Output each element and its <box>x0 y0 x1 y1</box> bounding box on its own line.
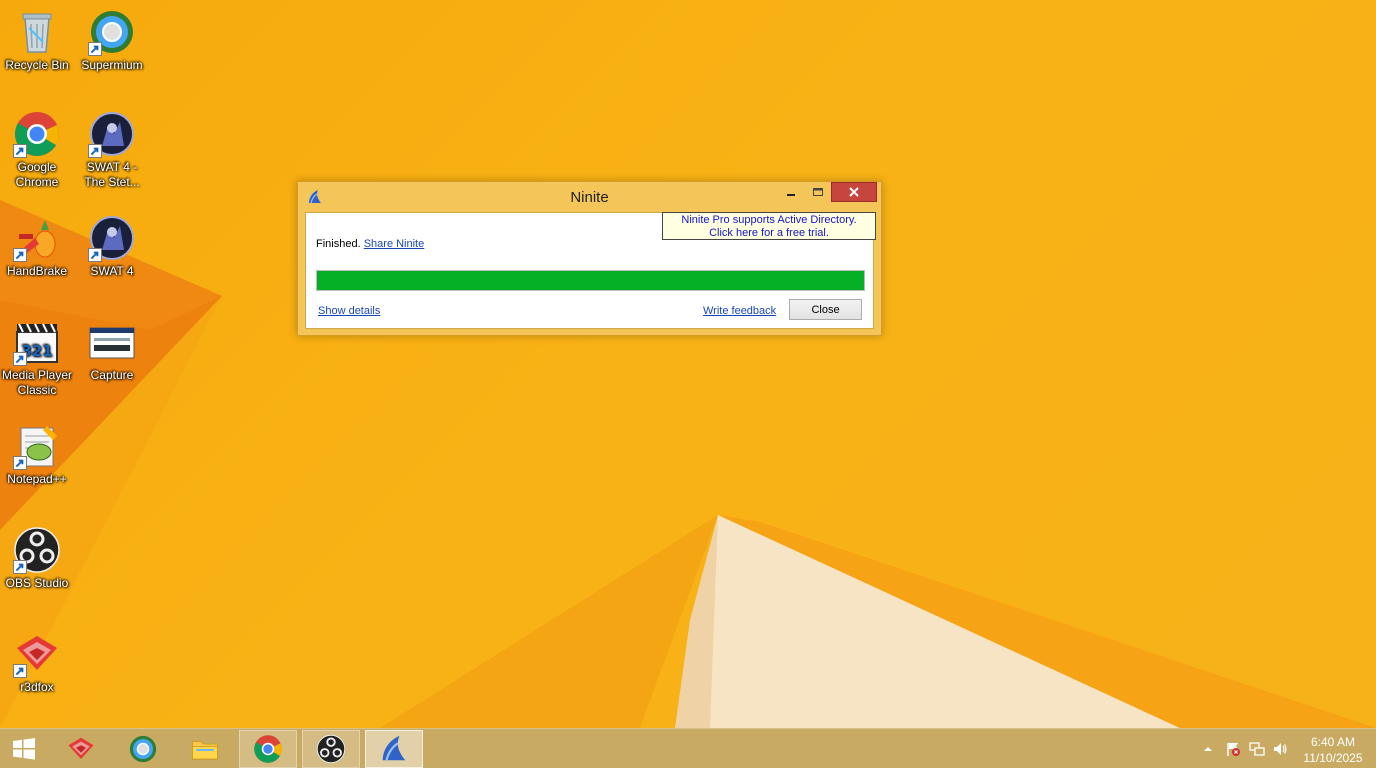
desktop-icon-label: HandBrake <box>6 264 68 278</box>
shortcut-arrow-icon <box>88 42 102 56</box>
network-button[interactable] <box>1249 741 1265 757</box>
ninite-window: Ninite Ninite Pro supports Active Direct… <box>297 181 882 336</box>
action-center-button[interactable] <box>1225 741 1241 757</box>
obs-studio-icon <box>316 734 346 764</box>
file-explorer-icon <box>192 741 218 760</box>
desktop: Recycle Bin Supermium Google Chrome SWAT… <box>0 0 1376 728</box>
desktop-icon-r3dfox[interactable]: r3dfox <box>0 630 74 695</box>
show-details-link[interactable]: Show details <box>318 305 380 317</box>
minimize-button[interactable] <box>778 182 804 202</box>
status-line: Finished. Share Ninite <box>316 238 424 250</box>
status-text: Finished. <box>316 238 361 250</box>
ninite-icon <box>382 735 406 761</box>
wallpaper-background <box>0 200 1376 728</box>
shortcut-arrow-icon <box>88 144 102 158</box>
supermium-icon <box>88 8 136 56</box>
r3dfox-icon <box>13 630 61 678</box>
start-button[interactable] <box>0 730 48 768</box>
obs-studio-icon <box>13 526 61 574</box>
desktop-icon-label: Notepad++ <box>7 472 67 486</box>
taskbar-item-ninite[interactable] <box>365 730 423 768</box>
minimize-icon <box>787 194 795 196</box>
share-ninite-link[interactable]: Share Ninite <box>364 238 425 250</box>
desktop-icon-label: Media Player Classic <box>1 368 73 397</box>
r3dfox-icon <box>68 737 94 759</box>
notepad-plus-plus-icon <box>13 422 61 470</box>
close-button[interactable]: Close <box>789 299 862 320</box>
taskbar-item-obs-studio[interactable] <box>302 730 360 768</box>
show-hidden-icons-arrow <box>1204 747 1212 751</box>
desktop-icon-google-chrome[interactable]: Google Chrome <box>0 110 74 190</box>
write-feedback-link[interactable]: Write feedback <box>703 305 776 317</box>
media-player-classic-icon: 321 <box>13 318 61 366</box>
active-directory-promo-banner[interactable]: Ninite Pro supports Active Directory. Cl… <box>662 212 876 240</box>
network-icon <box>1249 742 1265 756</box>
promo-line-2: Click here for a free trial. <box>709 227 829 239</box>
desktop-icon-recycle-bin[interactable]: Recycle Bin <box>0 8 74 73</box>
progress-bar <box>316 270 865 291</box>
maximize-button[interactable] <box>805 182 831 202</box>
window-content: Ninite Pro supports Active Directory. Cl… <box>305 212 876 329</box>
desktop-icon-label: Google Chrome <box>15 160 59 189</box>
desktop-icon-label: Supermium <box>81 58 143 72</box>
chrome-icon <box>13 110 61 158</box>
clock-date: 11/10/2025 <box>1303 751 1363 765</box>
handbrake-icon <box>13 214 61 262</box>
close-icon <box>849 187 859 197</box>
shortcut-arrow-icon <box>13 560 27 574</box>
desktop-icon-label: Capture <box>90 368 134 382</box>
shortcut-arrow-icon <box>88 248 102 262</box>
shortcut-arrow-icon <box>13 456 27 470</box>
promo-line-1: Ninite Pro supports Active Directory. <box>681 214 857 226</box>
start-windows-icon <box>13 738 35 760</box>
desktop-icon-label: r3dfox <box>20 680 54 694</box>
show-hidden-icons-button[interactable] <box>1200 741 1216 757</box>
desktop-icon-label: Recycle Bin <box>5 58 69 72</box>
desktop-icon-handbrake[interactable]: HandBrake <box>0 214 74 279</box>
desktop-icon-label: SWAT 4 <box>90 264 134 278</box>
desktop-icon-notepad-plus-plus[interactable]: Notepad++ <box>0 422 74 487</box>
swat4-icon <box>88 214 136 262</box>
desktop-icon-label: SWAT 4 - The Stet... <box>84 160 140 189</box>
taskbar-item-supermium[interactable] <box>114 730 172 768</box>
taskbar-item-file-explorer[interactable] <box>176 730 234 768</box>
desktop-icon-capture[interactable]: Capture <box>75 318 149 383</box>
desktop-icon-swat4[interactable]: SWAT 4 <box>75 214 149 279</box>
capture-icon <box>88 318 136 366</box>
window-titlebar[interactable]: Ninite <box>298 182 881 212</box>
maximize-icon <box>813 188 823 196</box>
chrome-icon <box>254 735 282 763</box>
swat4-stetchkov-icon <box>88 110 136 158</box>
window-close-button[interactable] <box>831 182 877 202</box>
desktop-icon-swat4-the-stetchkov[interactable]: SWAT 4 - The Stet... <box>75 110 149 190</box>
taskbar-item-r3dfox[interactable] <box>52 730 110 768</box>
shortcut-arrow-icon <box>13 144 27 158</box>
action-center-flag-icon <box>1227 743 1240 756</box>
recycle-bin-icon <box>13 8 61 56</box>
clock-time: 6:40 AM <box>1310 735 1356 749</box>
taskbar: 6:40 AM 11/10/2025 <box>0 728 1376 768</box>
desktop-icon-media-player-classic[interactable]: 321 Media Player Classic <box>0 318 74 398</box>
supermium-icon <box>129 735 157 763</box>
system-clock[interactable]: 6:40 AM 11/10/2025 <box>1298 734 1368 766</box>
desktop-icon-label: OBS Studio <box>5 576 69 590</box>
desktop-icon-obs-studio[interactable]: OBS Studio <box>0 526 74 591</box>
desktop-icon-supermium[interactable]: Supermium <box>75 8 149 73</box>
progress-bar-fill <box>317 271 864 290</box>
taskbar-item-chrome[interactable] <box>239 730 297 768</box>
volume-button[interactable] <box>1272 741 1288 757</box>
volume-icon <box>1274 743 1287 755</box>
shortcut-arrow-icon <box>13 352 27 366</box>
shortcut-arrow-icon <box>13 664 27 678</box>
shortcut-arrow-icon <box>13 248 27 262</box>
